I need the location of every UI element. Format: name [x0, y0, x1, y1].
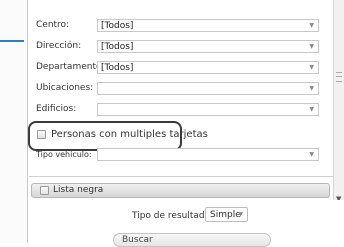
left-panel: [0, 0, 27, 243]
departamento-select[interactable]: [Todos] ▼: [97, 61, 319, 74]
centro-label: Centro:: [36, 20, 70, 30]
centro-value: [Todos]: [101, 21, 134, 31]
chevron-down-icon: ▼: [309, 85, 314, 92]
direccion-value: [Todos]: [101, 42, 134, 52]
chevron-down-icon: ▼: [309, 43, 314, 50]
result-type-select[interactable]: Simple ▼: [205, 207, 248, 222]
lista-negra-label: Lista negra: [53, 185, 104, 195]
departamento-label: Departamento:: [36, 62, 105, 72]
edificios-label: Edificios:: [36, 104, 77, 114]
result-type-label: Tipo de resultado:: [132, 211, 214, 221]
search-button-label: Buscar: [122, 235, 153, 245]
search-button[interactable]: Buscar: [113, 233, 271, 247]
chevron-down-icon: ▼: [309, 151, 314, 158]
lista-negra-bar[interactable]: Lista negra: [31, 183, 330, 198]
vertical-scrollbar[interactable]: [333, 0, 344, 212]
connector-line: [0, 40, 24, 42]
vehiculo-label: Tipo vehiculo:: [36, 150, 92, 159]
highlight-outline: [28, 121, 182, 151]
lista-negra-checkbox[interactable]: [40, 186, 49, 195]
result-type-value: Simple: [210, 210, 241, 220]
chevron-down-icon: ▼: [309, 22, 314, 29]
direccion-label: Dirección:: [36, 41, 82, 51]
scroll-grip-icon[interactable]: [336, 72, 342, 82]
edificios-select[interactable]: ▼: [97, 103, 319, 116]
direccion-select[interactable]: [Todos] ▼: [97, 40, 319, 53]
chevron-down-icon: ▼: [309, 106, 314, 113]
chevron-down-icon: ▼: [309, 64, 314, 71]
ubicaciones-label: Ubicaciones:: [36, 83, 94, 93]
ubicaciones-select[interactable]: ▼: [97, 82, 319, 95]
vehiculo-select[interactable]: ▼: [97, 148, 319, 161]
chevron-down-icon: ▼: [238, 211, 243, 218]
section-divider: [29, 176, 333, 177]
departamento-value: [Todos]: [101, 63, 134, 73]
centro-select[interactable]: [Todos] ▼: [97, 19, 319, 32]
